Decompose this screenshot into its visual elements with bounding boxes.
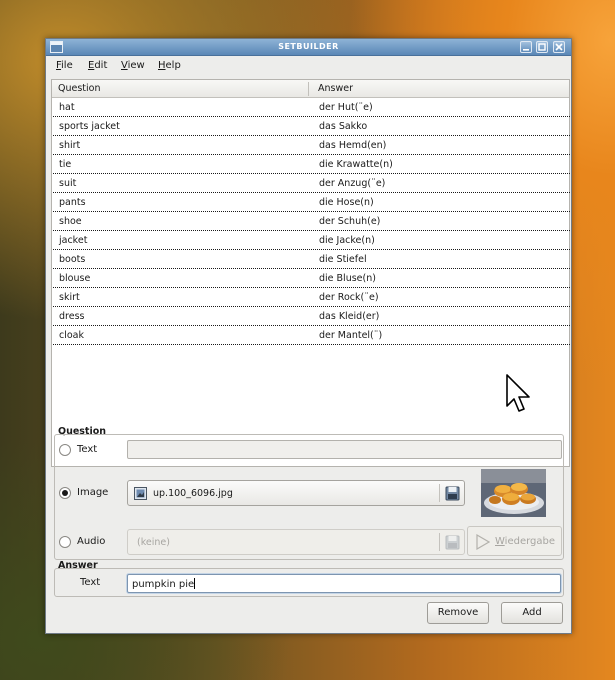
list-item-question: skirt: [59, 292, 80, 303]
close-icon[interactable]: [553, 41, 565, 53]
list-item[interactable]: cloak der Mantel(¨): [53, 326, 570, 345]
answer-text-content: pumpkin pie: [132, 579, 195, 590]
menu-help-mnemonic: H: [158, 60, 166, 71]
list-item-answer: der Hut(¨e): [319, 102, 373, 113]
list-item-answer: die Jacke(n): [319, 235, 375, 246]
list-item-question: sports jacket: [59, 121, 120, 132]
menu-file[interactable]: File: [56, 60, 73, 71]
list-item[interactable]: shirt das Hemd(en): [53, 136, 570, 155]
file-chooser-divider: [439, 484, 440, 502]
list-item-question: pants: [59, 197, 86, 208]
question-image-preview: [481, 469, 546, 517]
answer-text-value: pumpkin pie: [132, 578, 196, 590]
list-item[interactable]: sports jacket das Sakko: [53, 117, 570, 136]
list-item-answer: die Bluse(n): [319, 273, 376, 284]
list-item-question: blouse: [59, 273, 91, 284]
list-header: Question Answer: [52, 80, 569, 98]
list-item[interactable]: jacket die Jacke(n): [53, 231, 570, 250]
menubar: File Edit View Help: [46, 57, 571, 77]
answer-text-label: Text: [80, 577, 101, 588]
list-item-answer: die Hose(n): [319, 197, 374, 208]
maximize-icon[interactable]: [536, 41, 548, 53]
list-item-answer: das Kleid(er): [319, 311, 380, 322]
list-item-answer: der Schuh(e): [319, 216, 381, 227]
titlebar[interactable]: SETBUILDER: [46, 39, 571, 56]
minimize-icon[interactable]: [520, 41, 532, 53]
list-item-question: shoe: [59, 216, 82, 227]
add-button[interactable]: Add: [501, 602, 563, 624]
menu-help-label: elp: [165, 60, 181, 71]
list-item-answer: der Anzug(¨e): [319, 178, 386, 189]
list-item[interactable]: boots die Stiefel: [53, 250, 570, 269]
list-item-question: jacket: [59, 235, 88, 246]
list-item-question: cloak: [59, 330, 84, 341]
file-chooser-divider: [439, 533, 440, 551]
list-item-answer: die Krawatte(n): [319, 159, 393, 170]
setbuilder-window: SETBUILDER File Edit View Help Question …: [45, 38, 572, 634]
play-audio-button[interactable]: Wiedergabe: [467, 526, 562, 556]
play-audio-label-rest: iedergabe: [504, 536, 556, 547]
list-item-answer: die Stiefel: [319, 254, 367, 265]
question-text-field[interactable]: [127, 440, 562, 459]
list-item[interactable]: tie die Krawatte(n): [53, 155, 570, 174]
play-audio-mnemonic: W: [495, 536, 505, 547]
menu-view[interactable]: View: [121, 60, 145, 71]
answer-text-input[interactable]: pumpkin pie: [127, 574, 561, 593]
menu-edit[interactable]: Edit: [88, 60, 107, 71]
list-item[interactable]: dress das Kleid(er): [53, 307, 570, 326]
play-audio-label: Wiedergabe: [495, 536, 555, 547]
list-item[interactable]: pants die Hose(n): [53, 193, 570, 212]
image-file-icon: [134, 487, 147, 503]
list-item-question: tie: [59, 159, 72, 170]
list-item-answer: der Rock(¨e): [319, 292, 379, 303]
window-title: SETBUILDER: [278, 42, 339, 51]
image-file-chooser[interactable]: up.100_6096.jpg: [127, 480, 465, 506]
menu-edit-label: dit: [94, 60, 108, 71]
list-item-question: dress: [59, 311, 85, 322]
column-header-answer[interactable]: Answer: [318, 83, 353, 94]
question-text-radio[interactable]: [59, 444, 71, 456]
list-item-question: hat: [59, 102, 75, 113]
list-item-question: suit: [59, 178, 77, 189]
column-header-question[interactable]: Question: [58, 83, 101, 94]
column-divider[interactable]: [308, 82, 309, 96]
list-item-answer: das Sakko: [319, 121, 368, 132]
list-item-answer: das Hemd(en): [319, 140, 387, 151]
audio-file-name: (keine): [137, 537, 170, 548]
list-item[interactable]: blouse die Bluse(n): [53, 269, 570, 288]
audio-file-chooser[interactable]: (keine): [127, 529, 465, 555]
menu-help[interactable]: Help: [158, 60, 181, 71]
question-image-radio[interactable]: [59, 487, 71, 499]
vocabulary-list[interactable]: Question Answer hat der Hut(¨e) sports jac…: [51, 79, 570, 467]
mouse-pointer-icon: [505, 373, 531, 415]
list-item[interactable]: skirt der Rock(¨e): [53, 288, 570, 307]
list-item-answer: der Mantel(¨): [319, 330, 383, 341]
open-file-icon[interactable]: [445, 486, 460, 504]
list-item[interactable]: suit der Anzug(¨e): [53, 174, 570, 193]
list-item[interactable]: hat der Hut(¨e): [53, 98, 570, 117]
text-caret: [194, 578, 196, 589]
question-audio-label: Audio: [77, 536, 106, 547]
play-icon: [476, 533, 491, 553]
list-item[interactable]: shoe der Schuh(e): [53, 212, 570, 231]
question-text-label: Text: [77, 444, 98, 455]
list-item-question: shirt: [59, 140, 81, 151]
remove-button[interactable]: Remove: [427, 602, 489, 624]
menu-view-mnemonic: V: [121, 60, 128, 71]
menu-file-label: ile: [61, 60, 73, 71]
question-audio-radio[interactable]: [59, 536, 71, 548]
list-item-question: boots: [59, 254, 86, 265]
open-file-icon[interactable]: [445, 535, 460, 553]
image-file-name: up.100_6096.jpg: [153, 488, 233, 499]
menu-view-label: iew: [127, 60, 145, 71]
question-image-label: Image: [77, 487, 109, 498]
